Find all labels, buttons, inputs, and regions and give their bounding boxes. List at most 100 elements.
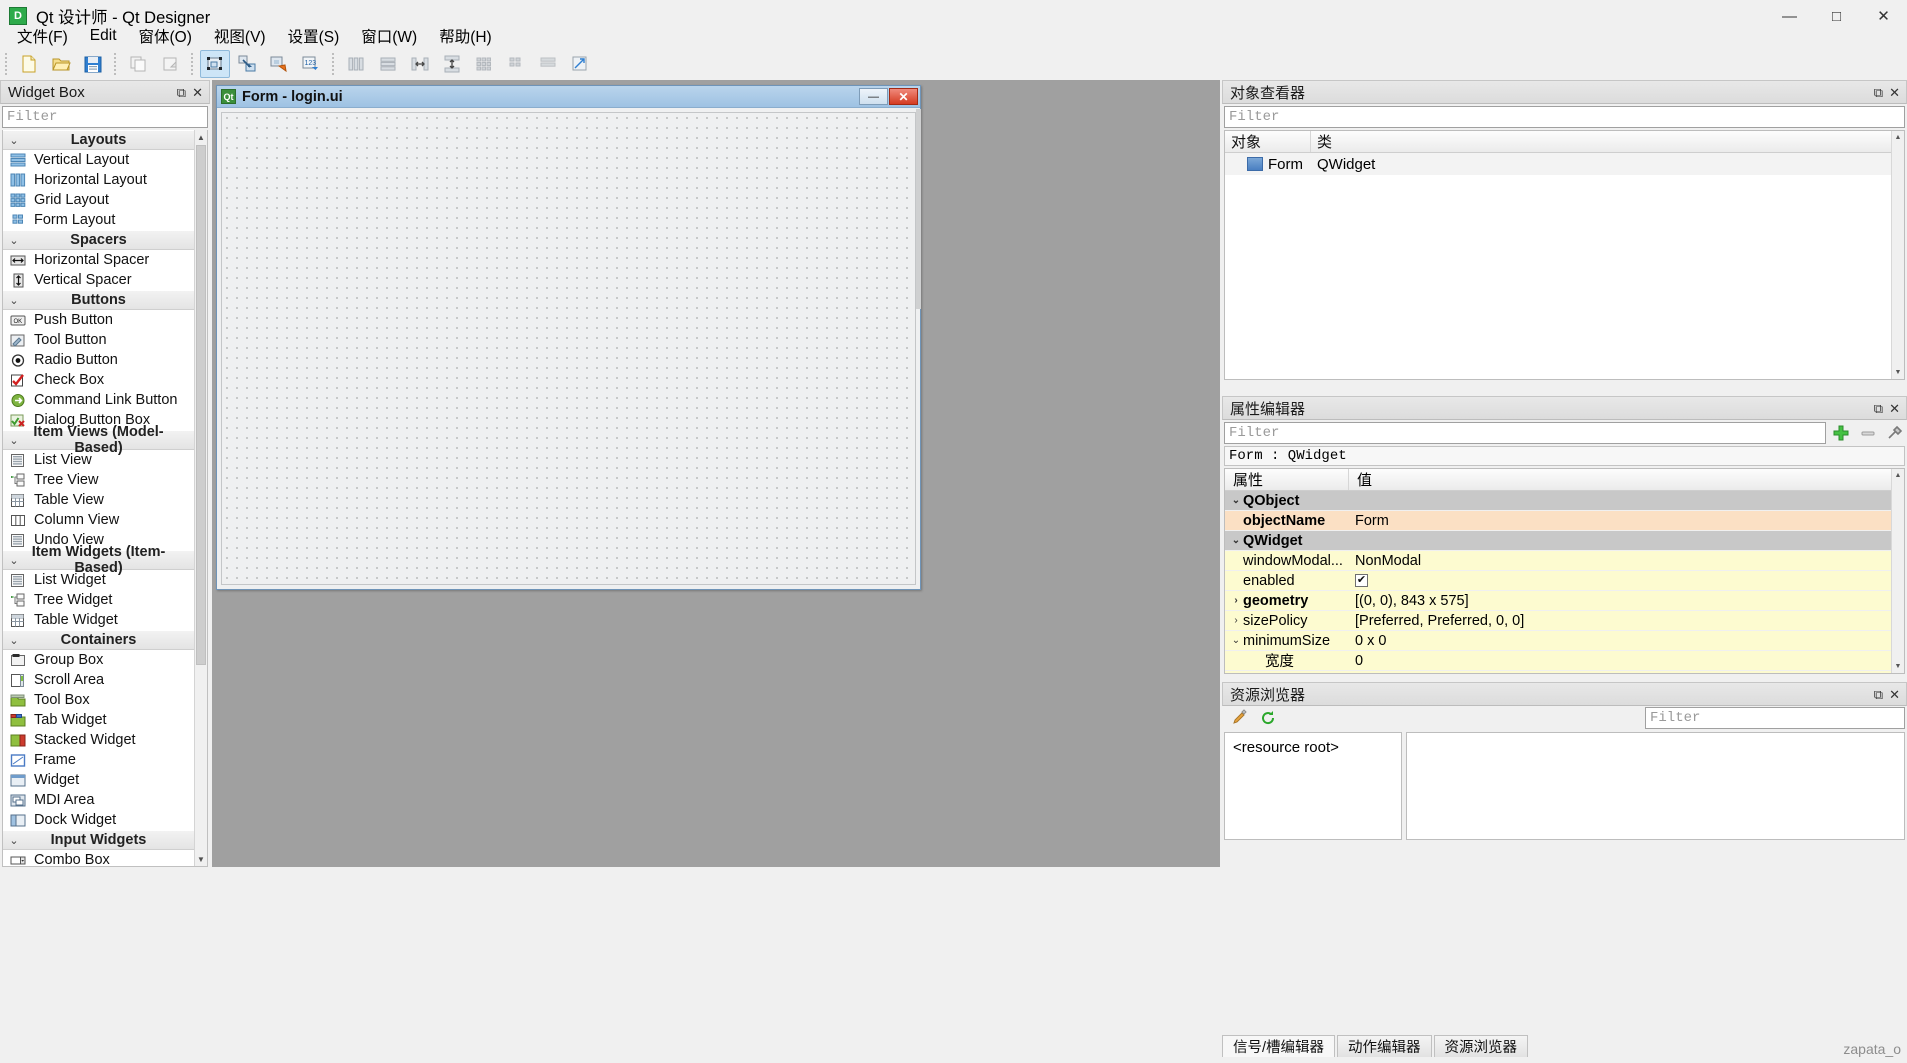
chevron-right-icon[interactable]: › (1229, 595, 1243, 606)
menu-view[interactable]: 视图(V) (203, 22, 277, 50)
layout-splitter-horizontal-icon[interactable] (405, 50, 435, 78)
widget-box-item-stacked-widget[interactable]: Stacked Widget (3, 730, 194, 750)
widget-box-item-vertical-spacer[interactable]: Vertical Spacer (3, 270, 194, 290)
column-header-value[interactable]: 值 (1349, 469, 1904, 490)
paste-icon[interactable] (155, 50, 185, 78)
scroll-up-icon[interactable]: ▲ (195, 130, 207, 144)
widget-box-item-column-view[interactable]: Column View (3, 510, 194, 530)
form-design-window[interactable]: Qt Form - login.ui — ✕ (216, 85, 921, 590)
property-editor-table[interactable]: 属性 值 ⌄ QObject objectName Form ⌄ QWidget win… (1224, 468, 1905, 674)
property-row[interactable]: 宽度 0 (1225, 651, 1904, 671)
property-row[interactable]: enabled ✔ (1225, 571, 1904, 591)
resource-preview[interactable] (1406, 732, 1905, 840)
widget-box-group-input-widgets[interactable]: ⌄ Input Widgets (3, 830, 194, 850)
scroll-up-icon[interactable]: ▲ (1892, 469, 1904, 482)
menu-form[interactable]: 窗体(O) (128, 22, 203, 50)
property-row[interactable]: windowModal... NonModal (1225, 551, 1904, 571)
column-header-class[interactable]: 类 (1311, 131, 1904, 152)
scroll-down-icon[interactable]: ▼ (195, 852, 207, 866)
widget-box-item-combo-box[interactable]: Combo Box (3, 850, 194, 866)
save-file-icon[interactable] (78, 50, 108, 78)
tab-action-editor[interactable]: 动作编辑器 (1337, 1035, 1432, 1057)
enabled-checkbox[interactable]: ✔ (1355, 574, 1368, 587)
scrollbar-thumb[interactable] (196, 145, 206, 665)
widget-box-item-grid-layout[interactable]: Grid Layout (3, 190, 194, 210)
layout-vertically-icon[interactable] (373, 50, 403, 78)
configure-icon[interactable] (1883, 422, 1907, 444)
widget-box-item-radio-button[interactable]: Radio Button (3, 350, 194, 370)
widget-box-item-group-box[interactable]: Group Box (3, 650, 194, 670)
scroll-down-icon[interactable]: ▼ (1892, 366, 1904, 379)
form-close-button[interactable]: ✕ (889, 88, 918, 105)
widget-box-item-table-widget[interactable]: Table Widget (3, 610, 194, 630)
edit-tab-order-icon[interactable]: 123 (296, 50, 326, 78)
break-layout-icon[interactable] (533, 50, 563, 78)
scroll-down-icon[interactable]: ▼ (1892, 660, 1904, 673)
close-icon[interactable]: ✕ (1889, 86, 1900, 99)
property-row[interactable]: 高度 0 (1225, 671, 1904, 673)
chevron-right-icon[interactable]: › (1229, 615, 1243, 626)
widget-box-item-tool-box[interactable]: Tool Box (3, 690, 194, 710)
undock-icon[interactable]: ⧉ (1874, 688, 1883, 701)
remove-property-icon[interactable] (1856, 422, 1880, 444)
property-row[interactable]: objectName Form (1225, 511, 1904, 531)
object-inspector-scrollbar[interactable]: ▲ ▼ (1891, 131, 1904, 379)
form-minimize-button[interactable]: — (859, 88, 888, 105)
chevron-down-icon[interactable]: ⌄ (1229, 635, 1243, 646)
widget-box-item-tool-button[interactable]: Tool Button (3, 330, 194, 350)
menu-edit[interactable]: Edit (79, 24, 128, 48)
property-row[interactable]: ⌄ minimumSize 0 x 0 (1225, 631, 1904, 651)
edit-resources-icon[interactable] (1228, 707, 1252, 729)
layout-grid-icon[interactable] (469, 50, 499, 78)
widget-box-group-layouts[interactable]: ⌄ Layouts (3, 130, 194, 150)
widget-box-item-tree-view[interactable]: Tree View (3, 470, 194, 490)
close-icon[interactable]: ✕ (192, 86, 203, 99)
add-property-icon[interactable] (1829, 422, 1853, 444)
form-vertical-scrollbar[interactable] (916, 109, 921, 309)
undock-icon[interactable]: ⧉ (1874, 86, 1883, 99)
undock-icon[interactable]: ⧉ (1874, 402, 1883, 415)
property-row[interactable]: ⌄ QObject (1225, 491, 1904, 511)
widget-box-item-table-view[interactable]: Table View (3, 490, 194, 510)
widget-box-item-frame[interactable]: Frame (3, 750, 194, 770)
widget-box-item-scroll-area[interactable]: Scroll Area (3, 670, 194, 690)
widget-box-group-item-views-model-based[interactable]: ⌄ Item Views (Model-Based) (3, 424, 194, 456)
property-row[interactable]: ⌄ QWidget (1225, 531, 1904, 551)
form-canvas[interactable] (221, 112, 916, 585)
resource-tree[interactable]: <resource root> (1224, 732, 1402, 840)
widget-box-item-check-box[interactable]: Check Box (3, 370, 194, 390)
property-editor-scrollbar[interactable]: ▲ ▼ (1891, 469, 1904, 673)
widget-box-item-tree-widget[interactable]: Tree Widget (3, 590, 194, 610)
widget-box-item-horizontal-layout[interactable]: Horizontal Layout (3, 170, 194, 190)
scroll-up-icon[interactable]: ▲ (1892, 131, 1904, 144)
object-inspector-tree[interactable]: 对象 类 Form QWidget ▲ ▼ (1224, 130, 1905, 380)
layout-form-icon[interactable] (501, 50, 531, 78)
undock-icon[interactable]: ⧉ (177, 86, 186, 99)
widget-box-group-spacers[interactable]: ⌄ Spacers (3, 230, 194, 250)
menu-window[interactable]: 窗口(W) (350, 22, 428, 50)
widget-box-item-tab-widget[interactable]: Tab Widget (3, 710, 194, 730)
column-header-property[interactable]: 属性 (1225, 469, 1349, 490)
menu-help[interactable]: 帮助(H) (428, 22, 503, 50)
menu-file[interactable]: 文件(F) (6, 22, 79, 50)
widget-box-item-widget[interactable]: Widget (3, 770, 194, 790)
widget-box-item-horizontal-spacer[interactable]: Horizontal Spacer (3, 250, 194, 270)
table-row[interactable]: Form QWidget (1225, 153, 1904, 175)
reload-icon[interactable] (1256, 707, 1280, 729)
open-file-icon[interactable] (46, 50, 76, 78)
widget-box-item-form-layout[interactable]: Form Layout (3, 210, 194, 230)
widget-box-item-push-button[interactable]: OK Push Button (3, 310, 194, 330)
tab-resource-browser[interactable]: 资源浏览器 (1433, 1035, 1529, 1057)
widget-box-group-containers[interactable]: ⌄ Containers (3, 630, 194, 650)
widget-box-filter-input[interactable]: Filter (2, 106, 208, 128)
edit-buddies-icon[interactable] (264, 50, 294, 78)
layout-splitter-vertical-icon[interactable] (437, 50, 467, 78)
column-header-object[interactable]: 对象 (1225, 131, 1311, 152)
widget-box-item-vertical-layout[interactable]: Vertical Layout (3, 150, 194, 170)
layout-horizontally-icon[interactable] (341, 50, 371, 78)
resource-browser-filter-input[interactable]: Filter (1645, 707, 1905, 729)
adjust-size-icon[interactable] (565, 50, 595, 78)
edit-signals-slots-icon[interactable] (232, 50, 262, 78)
new-file-icon[interactable] (14, 50, 44, 78)
widget-box-group-item-widgets-item-based[interactable]: ⌄ Item Widgets (Item-Based) (3, 544, 194, 576)
